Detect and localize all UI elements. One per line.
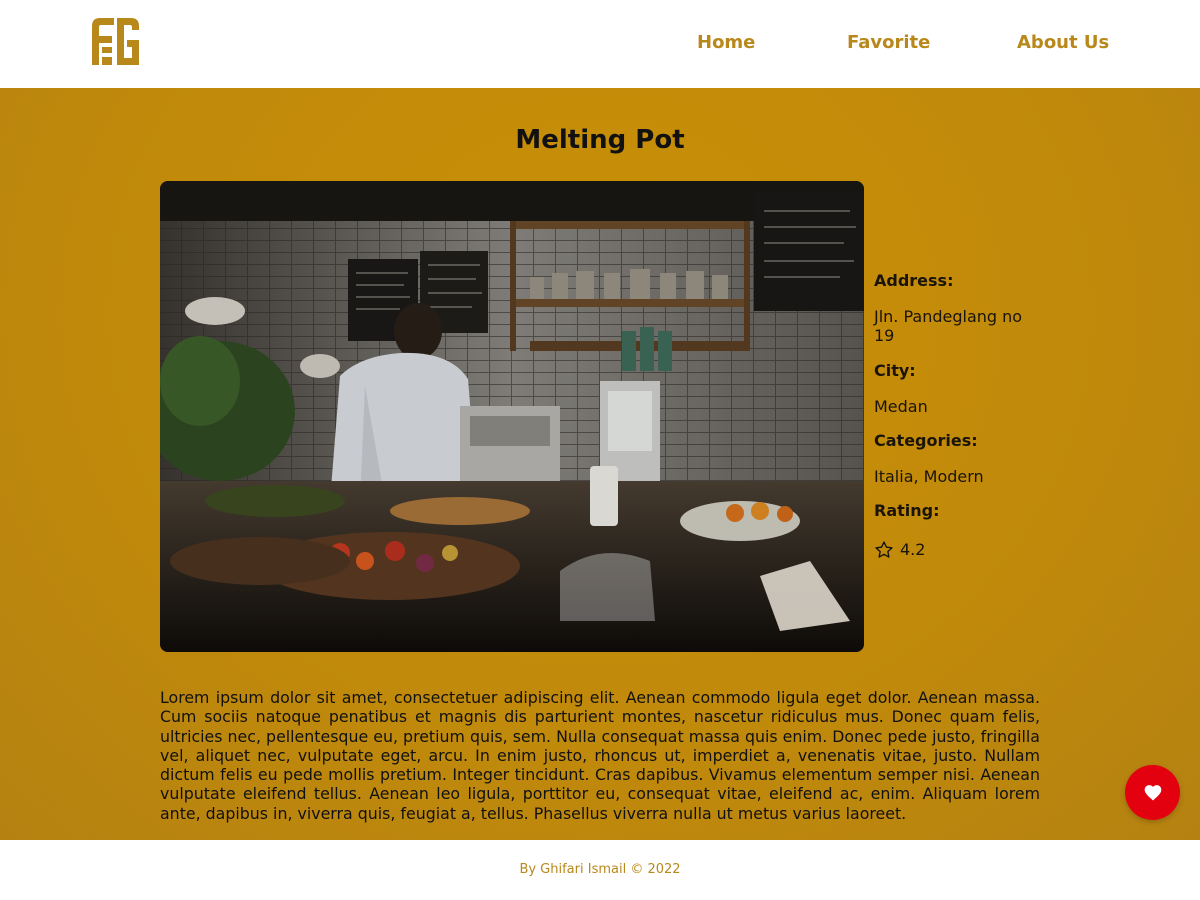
- favorite-button[interactable]: [1125, 765, 1180, 820]
- restaurant-photo: [160, 181, 864, 652]
- footer-copyright: By Ghifari Ismail © 2022: [519, 862, 681, 877]
- rating-label: Rating:: [874, 501, 940, 520]
- footer: By Ghifari Ismail © 2022: [0, 840, 1200, 900]
- address-label: Address:: [874, 271, 954, 290]
- rating-row: 4.2: [874, 539, 925, 561]
- star-icon: [874, 540, 894, 560]
- brand-logo-icon[interactable]: [90, 16, 141, 67]
- rating-value: 4.2: [900, 540, 926, 559]
- restaurant-description: Lorem ipsum dolor sit amet, consectetuer…: [160, 688, 1040, 823]
- nav-home-link[interactable]: Home: [697, 32, 755, 54]
- city-label: City:: [874, 361, 916, 380]
- top-navbar: Home Favorite About Us: [0, 0, 1200, 88]
- restaurant-name: Melting Pot: [515, 125, 685, 155]
- address-value: Jln. Pandeglang no 19: [874, 307, 1023, 345]
- city-value: Medan: [874, 397, 928, 416]
- restaurant-detail: Melting Pot Address: Jln. Pandeglang no …: [0, 88, 1200, 840]
- categories-value: Italia, Modern: [874, 467, 984, 486]
- heart-icon: [1144, 784, 1161, 800]
- categories-label: Categories:: [874, 431, 978, 450]
- nav-favorite-link[interactable]: Favorite: [847, 32, 930, 54]
- nav-about-link[interactable]: About Us: [1017, 32, 1109, 54]
